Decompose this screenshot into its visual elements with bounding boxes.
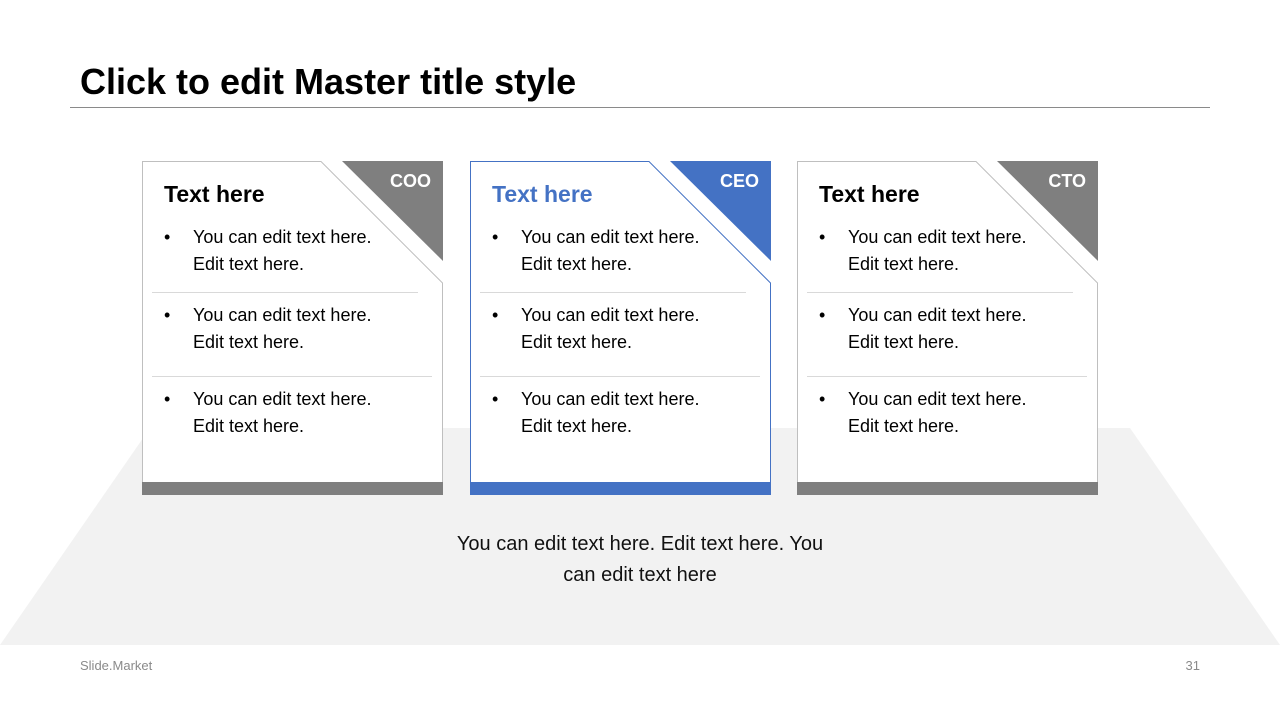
bullet-divider <box>152 376 432 377</box>
bullet-divider <box>807 376 1087 377</box>
bullet-text: You can edit text here. Edit text here. <box>193 227 372 274</box>
role-label-coo: COO <box>389 171 431 191</box>
bullet-text: You can edit text here. Edit text here. <box>193 389 372 436</box>
bullet-divider <box>480 292 746 293</box>
role-label-cto: CTO <box>1048 171 1086 191</box>
slide-canvas: Click to edit Master title style COO Tex… <box>0 0 1280 720</box>
center-description[interactable]: You can edit text here. Edit text here. … <box>440 529 840 591</box>
bullet-text: You can edit text here. Edit text here. <box>521 305 700 352</box>
bullet-dot-icon: • <box>164 389 171 409</box>
slide-title[interactable]: Click to edit Master title style <box>80 60 576 104</box>
footer-brand: Slide.Market <box>80 658 153 673</box>
bullet-divider <box>152 292 418 293</box>
role-label-ceo: CEO <box>719 171 759 191</box>
bullet-dot-icon: • <box>819 305 826 325</box>
card-accent-bar <box>142 482 443 495</box>
bullet-divider <box>480 376 760 377</box>
bullet-text: You can edit text here. Edit text here. <box>521 389 700 436</box>
bullet-dot-icon: • <box>164 227 171 247</box>
card-accent-bar <box>797 482 1098 495</box>
bullet-dot-icon: • <box>819 227 826 247</box>
bullet-dot-icon: • <box>492 389 499 409</box>
bullet-dot-icon: • <box>164 305 171 325</box>
bullet-text: You can edit text here. Edit text here. <box>193 305 372 352</box>
card-heading[interactable]: Text here <box>492 181 593 207</box>
bullet-dot-icon: • <box>492 227 499 247</box>
card-accent-bar <box>470 482 771 495</box>
card-heading[interactable]: Text here <box>164 181 265 207</box>
card-heading[interactable]: Text here <box>819 181 920 207</box>
bullet-text: You can edit text here. Edit text here. <box>848 305 1027 352</box>
card-coo[interactable]: COO Text here • You can edit text here. … <box>142 161 443 495</box>
title-divider <box>70 107 1210 108</box>
bullet-divider <box>807 292 1073 293</box>
card-cto[interactable]: CTO Text here • You can edit text here. … <box>797 161 1098 495</box>
page-number: 31 <box>1185 658 1200 673</box>
bullet-dot-icon: • <box>492 305 499 325</box>
card-ceo[interactable]: CEO Text here • You can edit text here. … <box>470 161 771 495</box>
bullet-text: You can edit text here. Edit text here. <box>848 389 1027 436</box>
bullet-dot-icon: • <box>819 389 826 409</box>
bullet-text: You can edit text here. Edit text here. <box>848 227 1027 274</box>
bullet-text: You can edit text here. Edit text here. <box>521 227 700 274</box>
